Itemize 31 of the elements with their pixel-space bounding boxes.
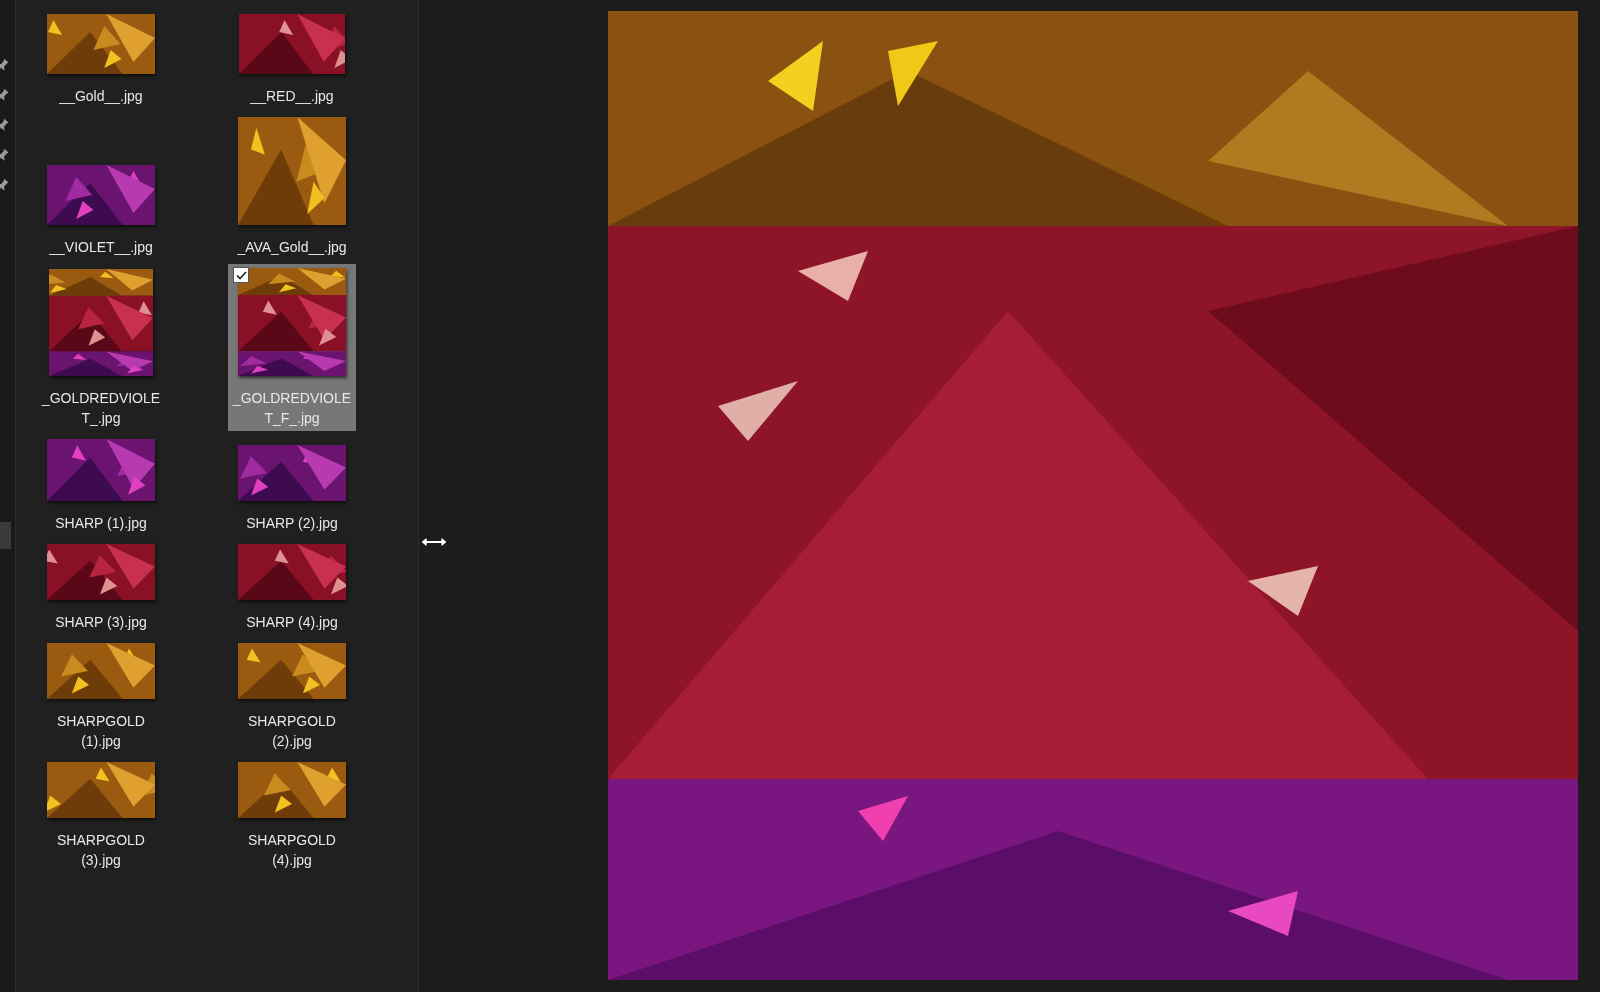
checkbox[interactable]	[233, 267, 249, 283]
file-name: SHARPGOLD (3).jpg	[56, 831, 146, 870]
file-tile[interactable]: SHARP (2).jpg	[228, 435, 356, 536]
file-name: __VIOLET__.jpg	[48, 238, 154, 257]
file-tile[interactable]: SHARPGOLD (1).jpg	[37, 639, 165, 754]
file-name: SHARPGOLD (4).jpg	[247, 831, 337, 870]
file-tile[interactable]: SHARP (3).jpg	[37, 540, 165, 635]
file-tile[interactable]: SHARP (4).jpg	[228, 540, 356, 635]
file-tile[interactable]: SHARPGOLD (2).jpg	[228, 639, 356, 754]
file-name: _GOLDREDVIOLET_.jpg	[40, 389, 162, 428]
file-name: SHARP (3).jpg	[54, 613, 148, 632]
file-name: SHARPGOLD (1).jpg	[56, 712, 146, 751]
file-tile[interactable]: _GOLDREDVIOLET_.jpg	[37, 264, 165, 431]
file-name: SHARPGOLD (2).jpg	[247, 712, 337, 751]
file-name: SHARP (2).jpg	[245, 514, 339, 533]
file-tile[interactable]: __Gold__.jpg	[37, 10, 165, 109]
file-name: __Gold__.jpg	[58, 87, 144, 106]
resize-cursor-icon	[420, 536, 448, 548]
file-tile[interactable]: SHARPGOLD (3).jpg	[37, 758, 165, 873]
file-name: _GOLDREDVIOLET_F_.jpg	[231, 389, 353, 428]
file-name: SHARP (1).jpg	[54, 514, 148, 533]
file-tile[interactable]: SHARP (1).jpg	[37, 435, 165, 536]
file-tile[interactable]: __RED__.jpg	[228, 10, 356, 109]
scrollbar-thumb[interactable]	[0, 522, 11, 549]
file-tile[interactable]: __VIOLET__.jpg	[37, 113, 165, 260]
file-tile[interactable]: SHARPGOLD (4).jpg	[228, 758, 356, 873]
file-tile[interactable]: _GOLDREDVIOLET_F_.jpg	[228, 264, 356, 431]
file-name: SHARP (4).jpg	[245, 613, 339, 632]
file-name: _AVA_Gold__.jpg	[236, 238, 348, 257]
file-tile[interactable]: _AVA_Gold__.jpg	[228, 113, 356, 260]
file-name: __RED__.jpg	[249, 87, 335, 106]
